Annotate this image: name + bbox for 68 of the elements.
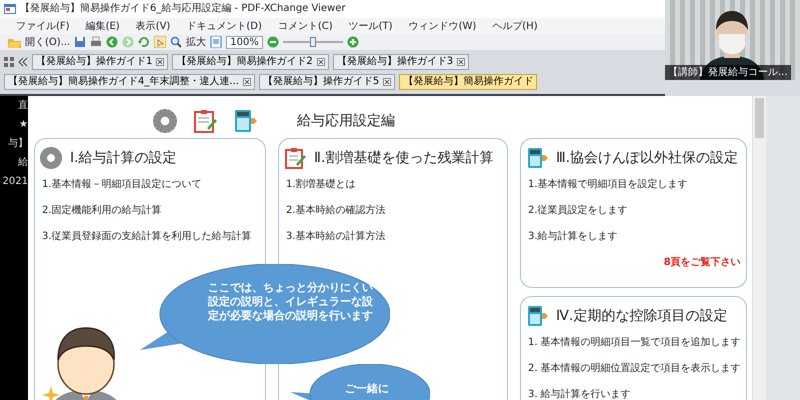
section-title: Ⅳ.定期的な控除項目の設定 (556, 306, 728, 326)
app-icon (4, 4, 16, 14)
close-icon[interactable] (316, 58, 325, 66)
section-title: Ⅰ.給与計算の設定 (70, 148, 177, 168)
menu-item[interactable]: ツール(T) (348, 18, 393, 34)
document-tab[interactable]: 【発展給与】操作ガイド3 (332, 54, 470, 70)
window-title: 【発展給与】簡易操作ガイド6_給与応用設定編 - PDF-XChange Viewer (20, 2, 346, 16)
scrollbar[interactable] (752, 96, 766, 400)
section-title: Ⅲ.協会けんぽ以外社保の設定 (556, 148, 738, 168)
zoom-slider[interactable] (282, 37, 343, 47)
rotate-icon[interactable] (138, 36, 150, 48)
section-item: 2.固定機能利用の給与計算 (42, 204, 163, 218)
zoom-out-icon[interactable] (266, 36, 279, 48)
close-icon[interactable] (383, 78, 392, 86)
video-caption: 【講師】発展給与コール... (665, 65, 791, 80)
menu-item[interactable]: 表示(V) (136, 18, 170, 34)
calculator-icon (233, 109, 257, 133)
section-item: 1.基本情報－明細項目設定について (42, 178, 203, 192)
side-label: 直 (17, 100, 28, 111)
menu-item[interactable]: 編集(E) (86, 18, 120, 34)
menu-item[interactable]: ドキュメント(D) (186, 18, 262, 34)
side-label: 給 (17, 157, 28, 168)
clipboard-icon (193, 109, 217, 133)
section-item: 2.従業員設定をします (528, 204, 629, 218)
menu-item[interactable]: ファイル(F) (16, 18, 70, 34)
printer-icon[interactable] (90, 36, 102, 48)
save-icon[interactable] (74, 36, 86, 48)
close-icon[interactable] (457, 58, 466, 66)
side-label: 2021 (2, 176, 28, 187)
side-label: 与】 (7, 138, 28, 149)
side-label: ★ (18, 119, 28, 130)
section-item: 3.従業員登録面の支給計算を利用した給与計算 (42, 230, 253, 244)
zoom-field[interactable]: 100% (226, 36, 263, 48)
section-item: 1.基本情報で明細項目を設定します (528, 178, 689, 192)
document-tab[interactable]: 【発展給与】簡易操作ガイド2 (172, 54, 329, 70)
close-icon[interactable] (242, 78, 251, 86)
document-tab[interactable]: 【発展給与】簡易操作ガイド (399, 74, 538, 90)
zoom-icon[interactable] (170, 36, 182, 48)
back-icon[interactable] (106, 36, 118, 48)
close-icon[interactable] (156, 58, 164, 66)
scroll-left-icon[interactable] (18, 57, 28, 67)
section-title: Ⅱ.割増基礎を使った残業計算 (314, 148, 494, 168)
section-item: 2. 基本情報の明細位置設定で項目を表示します (528, 362, 741, 376)
gear-icon (40, 147, 62, 169)
zoom-in-button[interactable]: 拡大 (186, 34, 206, 50)
section-item: 2.基本時給の確認方法 (286, 204, 387, 218)
gear-icon (153, 109, 177, 133)
sparkle-icon (42, 386, 60, 400)
slide-title: 給与応用設定編 (297, 112, 395, 130)
menu-item[interactable]: ヘルプ(H) (492, 18, 538, 34)
document-tab[interactable]: 【発展給与】簡易操作ガイド4_年末調整・違人連... (4, 74, 255, 90)
calculator-icon (526, 147, 548, 169)
menu-item[interactable]: ウィンドウ(W) (408, 18, 476, 34)
fit-page-icon[interactable] (210, 36, 222, 48)
section-item: 1.割増基礎とは (286, 178, 357, 192)
zoom-in-icon[interactable] (346, 36, 359, 48)
thumbnails-icon[interactable] (4, 57, 14, 67)
section-item: 1. 基本情報の明細項目一覧で項目を追加します (528, 336, 741, 350)
page-note: 8頁をご覧下さい (662, 256, 741, 270)
section-item: 3. 給与計算を行います (528, 388, 632, 400)
menu-item[interactable]: コメント(C) (278, 18, 333, 34)
section-item: 3.基本時給の計算方法 (286, 230, 387, 244)
calculator-icon (526, 305, 548, 327)
section-item: 3.給与計算をします (528, 230, 619, 244)
document-tab[interactable]: 【発展給与】操作ガイド5 (258, 74, 396, 90)
document-tab[interactable]: 【発展給与】操作ガイド1 (32, 54, 168, 70)
clipboard-icon (284, 147, 306, 169)
open-button[interactable]: 開く(O)... (25, 34, 70, 50)
